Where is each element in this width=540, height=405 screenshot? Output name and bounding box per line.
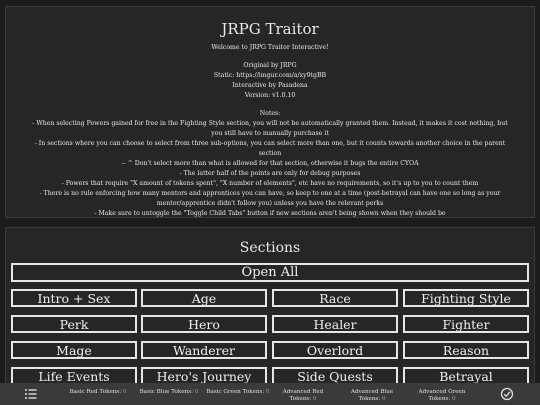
token-bar: Basic Red Tokens: 0 Basic Blue Tokens: 0…	[0, 383, 540, 405]
page-title: JRPG Traitor	[221, 20, 319, 38]
note-line: - The latter half of the points are only…	[179, 170, 361, 177]
note-line: - In sections where you can choose to se…	[34, 140, 506, 157]
section-button-healer[interactable]: Healer	[272, 315, 398, 333]
section-button-intro-sex[interactable]: Intro + Sex	[11, 289, 137, 307]
token-label: Basic Blue Tokens:	[139, 389, 193, 395]
checklist-icon[interactable]	[500, 387, 514, 401]
section-button-race[interactable]: Race	[272, 289, 398, 307]
section-button-wanderer[interactable]: Wanderer	[141, 341, 267, 359]
intro-panel: JRPG Traitor Welcome to JRPG Traitor Int…	[5, 6, 535, 218]
notes: Notes: - When selecting Powers gained fo…	[6, 109, 534, 219]
token-advanced-green: Advanced Green Tokens: 0	[414, 389, 470, 403]
version-text: Version: v1.0.10	[244, 92, 296, 99]
menu-list-icon[interactable]	[24, 387, 38, 401]
note-line: - There is no rule enforcing how many me…	[39, 190, 501, 207]
token-value: 0	[451, 396, 456, 402]
token-label: Basic Red Tokens:	[69, 389, 122, 395]
original-credit: Original by JRPG	[243, 62, 297, 69]
token-label: Advanced Red Tokens:	[282, 389, 324, 402]
note-line: - Powers that require "X amount of token…	[61, 180, 479, 187]
token-value: 0	[122, 389, 127, 395]
section-button-perk[interactable]: Perk	[11, 315, 137, 333]
token-basic-green: Basic Green Tokens: 0	[206, 389, 270, 396]
note-line: - When selecting Powers gained for free …	[32, 120, 508, 137]
welcome-text: Welcome to JRPG Traitor Interactive!	[211, 44, 329, 51]
interactive-credit: Interactive by Pasadena	[232, 82, 308, 89]
section-button-reason[interactable]: Reason	[403, 341, 529, 359]
section-button-hero[interactable]: Hero	[141, 315, 267, 333]
section-button-mage[interactable]: Mage	[11, 341, 137, 359]
static-link[interactable]: Static: https://imgur.com/a/xy9tgBB	[6, 71, 534, 81]
token-advanced-red: Advanced Red Tokens: 0	[278, 389, 328, 403]
sections-panel: Sections Open All Intro + Sex Age Race F…	[5, 227, 535, 405]
note-line: - Make sure to untoggle the "Toggle Chil…	[94, 210, 446, 217]
section-button-age[interactable]: Age	[141, 289, 267, 307]
note-line: -- ^ Don't select more than what is allo…	[121, 160, 419, 167]
section-button-fighter[interactable]: Fighter	[403, 315, 529, 333]
section-button-fighting-style[interactable]: Fighting Style	[403, 289, 529, 307]
token-label: Advanced Green Tokens:	[418, 389, 466, 402]
token-value: 0	[312, 396, 317, 402]
section-button-overlord[interactable]: Overlord	[272, 341, 398, 359]
token-label: Basic Green Tokens:	[206, 389, 265, 395]
token-basic-red: Basic Red Tokens: 0	[68, 389, 128, 396]
token-label: Advanced Blue Tokens:	[350, 389, 394, 402]
open-all-button[interactable]: Open All	[11, 263, 529, 282]
notes-heading: Notes:	[259, 110, 281, 117]
token-value: 0	[194, 389, 199, 395]
token-basic-blue: Basic Blue Tokens: 0	[138, 389, 200, 396]
token-value: 0	[381, 396, 386, 402]
sections-title: Sections	[239, 240, 301, 256]
token-value: 0	[266, 389, 270, 395]
token-advanced-blue: Advanced Blue Tokens: 0	[346, 389, 398, 403]
